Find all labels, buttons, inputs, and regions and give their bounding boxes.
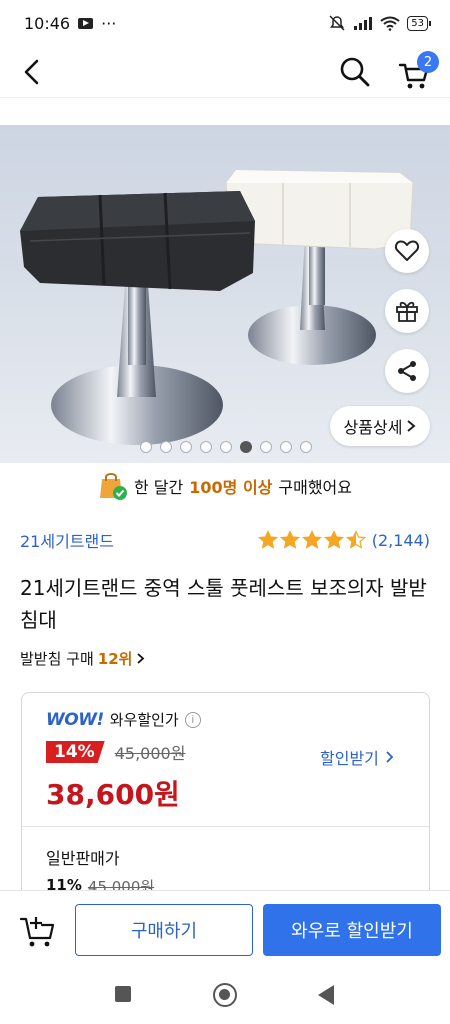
heart-icon: [394, 240, 420, 261]
back-arrow-icon: [24, 59, 39, 85]
chevron-right-icon: [407, 420, 416, 432]
search-button[interactable]: [338, 55, 372, 89]
buy-button[interactable]: 구매하기: [75, 904, 253, 956]
purchase-suffix: 구매했어요: [278, 478, 352, 497]
star-icon: [257, 530, 278, 549]
back-button[interactable]: [16, 56, 48, 88]
pagination-dot: [180, 441, 192, 453]
seller-link[interactable]: 21세기트랜드: [20, 528, 114, 552]
add-cart-icon: [19, 917, 55, 947]
wow-logo: WOW!: [46, 709, 104, 730]
share-icon: [398, 361, 416, 381]
purchase-highlight: 100명 이상: [189, 478, 273, 497]
pagination-dot: [280, 441, 292, 453]
star-icon: [301, 530, 322, 549]
cart-count-badge: 2: [417, 51, 439, 73]
rating-stars[interactable]: (2,144): [257, 530, 430, 550]
wow-discount-buy-button[interactable]: 와우로 할인받기: [263, 904, 441, 956]
wifi-icon: [380, 16, 400, 31]
signal-icon: [354, 17, 373, 30]
normal-price-label: 일반판매가: [46, 849, 120, 868]
purchase-prefix: 한 달간: [134, 478, 184, 497]
mute-icon: [329, 15, 345, 31]
product-title: 21세기트랜드 중역 스툴 풋레스트 보조의자 발받침대: [20, 576, 427, 632]
discount-badge: 14%: [46, 741, 105, 763]
coupon-label: 할인받기: [320, 749, 379, 768]
price-card: WOW! 와우할인가 i 14% 45,000원 할인받기 38,600원 일반…: [21, 692, 430, 922]
ranking-value: 12위: [97, 650, 133, 668]
youtube-icon: [78, 17, 94, 29]
recents-icon[interactable]: [115, 986, 131, 1002]
bottom-action-bar: 구매하기 와우로 할인받기: [0, 890, 450, 970]
seller-row: 21세기트랜드 (2,144): [20, 527, 430, 553]
wow-price-header: WOW! 와우할인가 i: [46, 709, 201, 730]
shopping-bag-icon: [100, 473, 127, 500]
system-nav-bar: [0, 970, 450, 1024]
wishlist-button[interactable]: [385, 229, 429, 273]
status-time: 10:46: [24, 13, 71, 33]
chevron-right-icon: [137, 653, 145, 664]
ranking-category: 발받침 구매: [20, 650, 94, 668]
status-bar: 10:46 ··· 53: [0, 0, 450, 46]
cart-button[interactable]: 2: [396, 51, 439, 90]
chevron-right-icon: [386, 751, 394, 763]
search-icon: [340, 57, 370, 87]
battery-icon: 53: [407, 15, 431, 31]
pagination-dot: [240, 441, 252, 453]
star-icon: [323, 530, 344, 549]
pagination-dot: [260, 441, 272, 453]
original-price: 45,000원: [114, 744, 186, 763]
gallery-pagination: [140, 441, 312, 453]
status-more: ···: [101, 13, 117, 33]
product-detail-label: 상품상세: [343, 418, 403, 437]
app-header: 2: [0, 46, 450, 98]
divider: [22, 826, 429, 827]
star-icon: [279, 530, 300, 549]
info-icon[interactable]: i: [184, 711, 201, 728]
wow-sale-price: 38,600원: [46, 778, 180, 811]
wow-price-label: 와우할인가: [109, 711, 179, 729]
pagination-dot: [300, 441, 312, 453]
pagination-dot: [200, 441, 212, 453]
star-icon: [345, 530, 366, 549]
home-icon[interactable]: [213, 983, 237, 1007]
coupon-button[interactable]: 할인받기: [320, 745, 394, 769]
share-button[interactable]: [385, 349, 429, 393]
pagination-dot: [140, 441, 152, 453]
gift-icon: [396, 301, 418, 322]
wow-discount-row: 14% 45,000원: [46, 740, 185, 764]
gift-button[interactable]: [385, 289, 429, 333]
pagination-dot: [220, 441, 232, 453]
back-nav-icon[interactable]: [318, 985, 334, 1005]
purchase-count-banner: 한 달간 100명 이상 구매했어요: [0, 470, 450, 502]
review-count[interactable]: (2,144): [372, 531, 430, 550]
add-to-cart-button[interactable]: [18, 911, 58, 951]
product-detail-button[interactable]: 상품상세: [330, 406, 430, 446]
pagination-dot: [160, 441, 172, 453]
ranking-link[interactable]: 발받침 구매 12위: [20, 648, 145, 669]
